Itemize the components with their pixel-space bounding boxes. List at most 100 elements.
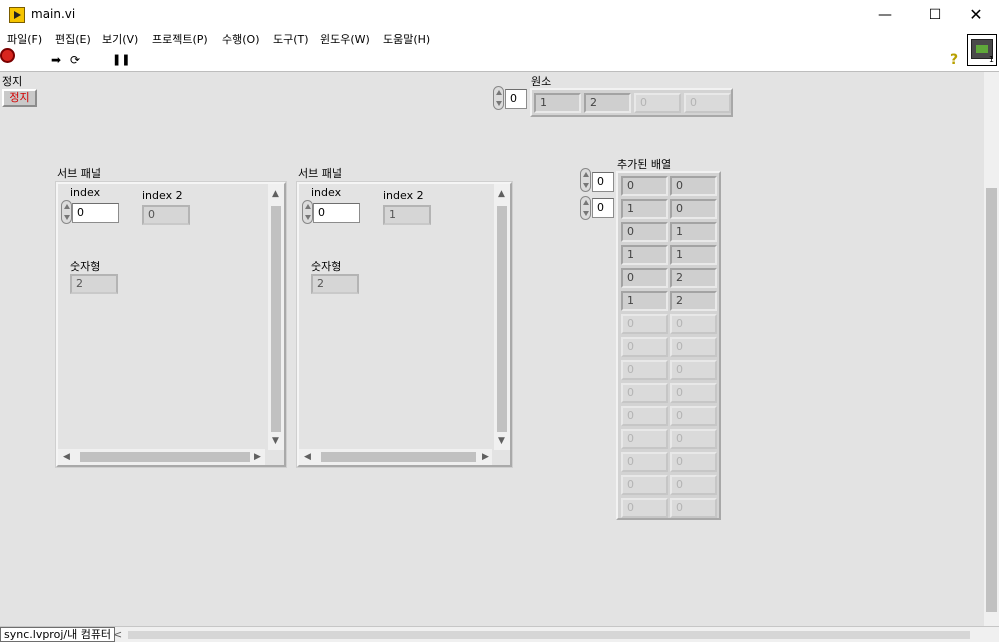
appended-array: 001001110212000000000000000000 [616, 171, 721, 520]
index-input[interactable]: 0 [313, 203, 360, 223]
pause-icon[interactable]: ❚❚ [112, 53, 130, 67]
numeric-indicator: 2 [70, 274, 118, 294]
scroll-right-icon[interactable]: ▶ [254, 452, 261, 462]
appended-array-cell[interactable]: 1 [621, 199, 668, 219]
index2-label: index 2 [383, 189, 424, 202]
menu-tools[interactable]: 도구(T) [273, 31, 309, 47]
appended-array-cell[interactable]: 0 [621, 429, 668, 449]
scroll-thumb[interactable] [321, 452, 476, 462]
appended-array-cell[interactable]: 0 [621, 452, 668, 472]
project-context[interactable]: sync.lvproj/내 컴퓨터 [0, 627, 116, 642]
appended-array-cell[interactable]: 2 [670, 268, 717, 288]
scroll-thumb[interactable] [80, 452, 250, 462]
row-index-input[interactable]: 0 [592, 172, 614, 192]
minimize-button[interactable]: — [862, 0, 908, 30]
elements-cell[interactable]: 0 [634, 93, 681, 113]
appended-array-cell[interactable]: 1 [670, 222, 717, 242]
scroll-up-icon[interactable]: ▲ [498, 189, 505, 199]
appended-array-cell[interactable]: 0 [621, 360, 668, 380]
appended-array-cell[interactable]: 0 [670, 199, 717, 219]
appended-array-cell[interactable]: 0 [621, 314, 668, 334]
subpanel-horizontal-scrollbar[interactable]: ◀ ▶ [299, 449, 492, 465]
elements-cell[interactable]: 0 [684, 93, 731, 113]
appended-array-cell[interactable]: 0 [670, 337, 717, 357]
appended-array-cell[interactable]: 0 [670, 498, 717, 518]
appended-array-cell[interactable]: 0 [670, 360, 717, 380]
appended-array-cell[interactable]: 0 [670, 452, 717, 472]
elements-index-input[interactable]: 0 [505, 89, 527, 109]
scroll-down-icon[interactable]: ▼ [272, 436, 279, 446]
close-button[interactable]: ✕ [953, 0, 999, 30]
index-input[interactable]: 0 [72, 203, 119, 223]
index-label: index [70, 186, 101, 199]
menu-project[interactable]: 프로젝트(P) [152, 31, 208, 47]
stop-button[interactable]: 정지 [2, 89, 37, 107]
window-vertical-scrollbar[interactable] [984, 72, 999, 626]
run-continuously-icon[interactable]: ⟳ [67, 53, 83, 67]
scroll-down-icon[interactable]: ▼ [498, 436, 505, 446]
front-panel: 정지 정지 원소 0 1 2 0 0 서브 패널 index 0 index 2… [0, 72, 984, 626]
labview-app-icon [9, 7, 25, 23]
scroll-right-icon[interactable]: ▶ [482, 452, 489, 462]
elements-index-spinner[interactable] [493, 86, 504, 110]
appended-array-cell[interactable]: 0 [621, 406, 668, 426]
window-scroll-thumb[interactable] [986, 188, 997, 612]
appended-array-cell[interactable]: 0 [670, 176, 717, 196]
scroll-thumb[interactable] [497, 206, 507, 432]
index-spinner[interactable] [61, 200, 72, 224]
stop-label: 정지 [2, 75, 23, 88]
elements-array: 1 2 0 0 [530, 88, 733, 117]
window-horizontal-scroll-thumb[interactable] [128, 631, 970, 639]
index-label: index [311, 186, 342, 199]
scroll-left-icon[interactable]: ◀ [304, 452, 311, 462]
appended-array-cell[interactable]: 0 [670, 314, 717, 334]
row-index-spinner[interactable] [580, 168, 591, 192]
subpanel-vertical-scrollbar[interactable]: ▲ ▼ [268, 184, 284, 450]
index2-indicator: 0 [142, 205, 190, 225]
appended-array-cell[interactable]: 0 [621, 268, 668, 288]
menu-help[interactable]: 도움말(H) [383, 31, 430, 47]
scroll-left-icon[interactable]: ◀ [63, 452, 70, 462]
context-help-icon[interactable]: ? [946, 53, 962, 67]
index-spinner[interactable] [302, 200, 313, 224]
numeric-indicator: 2 [311, 274, 359, 294]
menu-edit[interactable]: 편집(E) [55, 31, 91, 47]
scroll-thumb[interactable] [271, 206, 281, 432]
appended-array-cell[interactable]: 0 [670, 429, 717, 449]
appended-array-cell[interactable]: 0 [621, 176, 668, 196]
appended-array-cell[interactable]: 0 [621, 498, 668, 518]
numeric-label: 숫자형 [311, 260, 342, 273]
subpanel-2: index 0 index 2 1 숫자형 2 ▲ ▼ ◀ ▶ [296, 181, 513, 468]
column-index-input[interactable]: 0 [592, 198, 614, 218]
maximize-button[interactable]: ☐ [912, 0, 958, 30]
run-arrow-icon[interactable]: ➡ [48, 53, 64, 67]
menu-window[interactable]: 윈도우(W) [320, 31, 370, 47]
appended-array-cell[interactable]: 0 [670, 475, 717, 495]
subpanel-horizontal-scrollbar[interactable]: ◀ ▶ [58, 449, 265, 465]
abort-stop-icon[interactable] [0, 48, 15, 63]
appended-array-cell[interactable]: 0 [621, 383, 668, 403]
status-bar: sync.lvproj/내 컴퓨터 < [0, 626, 999, 642]
index2-indicator: 1 [383, 205, 431, 225]
numeric-label: 숫자형 [70, 260, 101, 273]
subpanel-vertical-scrollbar[interactable]: ▲ ▼ [494, 184, 510, 450]
appended-array-cell[interactable]: 1 [670, 245, 717, 265]
vi-connector-icon[interactable]: 1 [967, 34, 997, 66]
elements-cell[interactable]: 1 [534, 93, 581, 113]
scroll-up-icon[interactable]: ▲ [272, 189, 279, 199]
appended-array-cell[interactable]: 0 [621, 475, 668, 495]
appended-array-cell[interactable]: 0 [621, 222, 668, 242]
appended-array-cell[interactable]: 1 [621, 245, 668, 265]
subpanel-label: 서브 패널 [57, 167, 101, 180]
appended-array-cell[interactable]: 1 [621, 291, 668, 311]
appended-array-cell[interactable]: 2 [670, 291, 717, 311]
elements-cell[interactable]: 2 [584, 93, 631, 113]
appended-array-cell[interactable]: 0 [621, 337, 668, 357]
menu-operate[interactable]: 수행(O) [222, 31, 259, 47]
column-index-spinner[interactable] [580, 196, 591, 220]
appended-array-cell[interactable]: 0 [670, 383, 717, 403]
appended-array-cell[interactable]: 0 [670, 406, 717, 426]
scroll-left-icon[interactable]: < [113, 628, 122, 641]
menu-file[interactable]: 파일(F) [7, 31, 42, 47]
menu-view[interactable]: 보기(V) [102, 31, 138, 47]
